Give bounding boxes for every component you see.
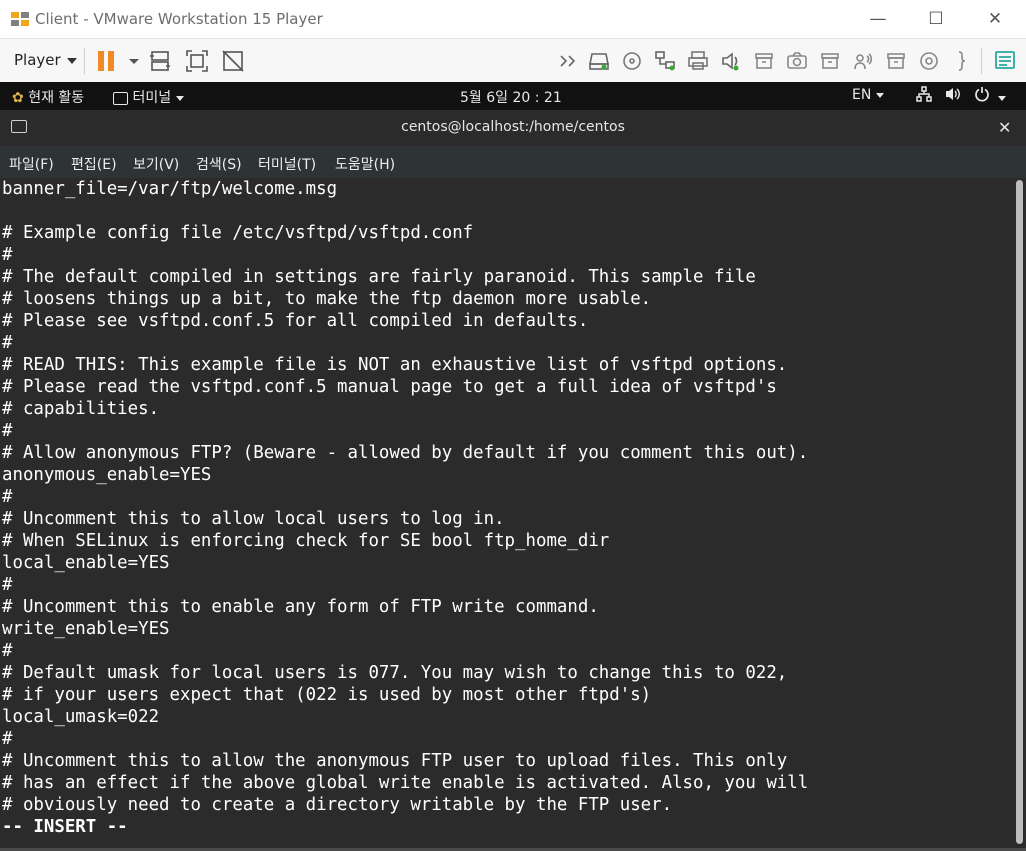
player-menu-label: Player (14, 51, 61, 69)
vmware-title-bar: Client - VMware Workstation 15 Player — … (0, 0, 1026, 38)
vmware-toolbar: Player (0, 38, 1026, 83)
window-close-button[interactable]: ✕ (983, 8, 1007, 30)
terminal-line: # READ THIS: This example file is NOT an… (2, 355, 788, 375)
terminal-line: write_enable=YES (2, 619, 170, 639)
sound-card-icon[interactable] (719, 49, 743, 73)
chevron-down-icon (998, 95, 1006, 101)
network-adapter-icon[interactable] (653, 49, 677, 73)
toolbar-divider (981, 48, 982, 74)
terminal-line: # has an effect if the above global writ… (2, 773, 809, 793)
terminal-line: # Uncomment this to allow local users to… (2, 509, 505, 529)
terminal-line: # Please see vsftpd.conf.5 for all compi… (2, 311, 589, 331)
terminal-close-button[interactable]: ✕ (998, 118, 1011, 137)
terminal-line: # (2, 575, 13, 595)
terminal-line: # (2, 487, 13, 507)
dropdown-icon[interactable] (122, 49, 139, 73)
more-devices-icon[interactable] (557, 49, 581, 73)
terminal-line: # if your users expect that (022 is used… (2, 685, 652, 705)
activities-label: 현재 활동 (28, 90, 85, 106)
menu-edit[interactable]: 편집(E) (71, 154, 117, 174)
app-menu-button[interactable]: 터미널 (113, 87, 185, 107)
menu-help[interactable]: 도움말(H) (335, 154, 395, 174)
power-icon (975, 87, 989, 102)
terminal-line: # (2, 641, 13, 661)
terminal-line: local_umask=022 (2, 707, 160, 727)
terminal-line: # obviously need to create a directory w… (2, 795, 673, 815)
terminal-menu-bar: 파일(F) 편집(E) 보기(V) 검색(S) 터미널(T) 도움말(H) (0, 146, 1026, 178)
vim-mode-indicator: -- INSERT -- (2, 817, 128, 837)
vmware-player-icon (11, 12, 29, 26)
input-method-label: EN (852, 87, 872, 103)
terminal-line: # Please read the vsftpd.conf.5 manual p… (2, 377, 777, 397)
power-menu[interactable] (974, 86, 1006, 106)
usb-device-2-icon[interactable] (818, 49, 842, 73)
brace-icon[interactable] (950, 49, 974, 73)
camera-icon[interactable] (785, 49, 809, 73)
activities-button[interactable]: ✿ 현재 활동 (12, 87, 84, 107)
terminal-line: local_enable=YES (2, 553, 170, 573)
chevron-down-icon (176, 95, 185, 101)
input-method-indicator[interactable]: EN (852, 87, 885, 103)
floppy-icon[interactable] (917, 49, 941, 73)
player-menu-button[interactable]: Player (14, 51, 77, 69)
chevron-down-icon (876, 92, 885, 98)
terminal-line: anonymous_enable=YES (2, 465, 212, 485)
usb-device-3-icon[interactable] (884, 49, 908, 73)
terminal-line: # capabilities. (2, 399, 160, 419)
fit-guest-icon[interactable] (185, 49, 209, 73)
minimize-button[interactable]: — (866, 8, 890, 30)
terminal-line: # Allow anonymous FTP? (Beware - allowed… (2, 443, 809, 463)
terminal-line: # The default compiled in settings are f… (2, 267, 756, 287)
gnome-foot-icon: ✿ (12, 90, 24, 106)
toolbar-divider (84, 48, 85, 74)
terminal-line: # (2, 245, 13, 265)
window-title: Client - VMware Workstation 15 Player (35, 10, 323, 28)
menu-terminal[interactable]: 터미널(T) (258, 154, 316, 174)
cd-dvd-icon[interactable] (620, 49, 644, 73)
chevron-down-icon (66, 57, 77, 64)
printer-icon[interactable] (686, 49, 710, 73)
terminal-header-bar: centos@localhost:/home/centos ✕ (0, 110, 1026, 146)
network-wired-icon[interactable] (916, 86, 932, 106)
pause-icon[interactable] (95, 49, 119, 73)
terminal-line: banner_file=/var/ftp/welcome.msg (2, 179, 338, 199)
terminal-line: # When SELinux is enforcing check for SE… (2, 531, 610, 551)
terminal-line: # Uncomment this to allow the anonymous … (2, 751, 788, 771)
terminal-line: # (2, 729, 13, 749)
scrollbar-thumb[interactable] (1016, 180, 1023, 844)
unity-icon[interactable] (221, 49, 245, 73)
hard-disk-icon[interactable] (587, 49, 611, 73)
terminal-app-icon (113, 91, 128, 105)
menu-file[interactable]: 파일(F) (9, 154, 54, 174)
send-ctrl-alt-del-icon[interactable] (148, 49, 172, 73)
menu-search[interactable]: 검색(S) (196, 154, 242, 174)
gnome-top-bar: ✿ 현재 활동 터미널 5월 6일 20 : 21 EN (0, 82, 1026, 110)
terminal-line: # loosens things up a bit, to make the f… (2, 289, 652, 309)
menu-view[interactable]: 보기(V) (133, 154, 179, 174)
terminal-line: # Example config file /etc/vsftpd/vsftpd… (2, 223, 474, 243)
volume-icon[interactable] (944, 86, 962, 106)
terminal-content[interactable]: banner_file=/var/ftp/welcome.msg # Examp… (0, 178, 1014, 851)
clock[interactable]: 5월 6일 20 : 21 (460, 87, 562, 107)
bluetooth-icon[interactable] (851, 49, 875, 73)
terminal-line: # (2, 421, 13, 441)
terminal-line: # Uncomment this to enable any form of F… (2, 597, 599, 617)
app-menu-label: 터미널 (132, 90, 172, 106)
usb-device-icon[interactable] (752, 49, 776, 73)
terminal-line: # (2, 333, 13, 353)
terminal-line: # Default umask for local users is 077. … (2, 663, 788, 683)
maximize-button[interactable]: ☐ (924, 8, 948, 30)
terminal-title: centos@localhost:/home/centos (401, 119, 625, 135)
message-log-icon[interactable] (993, 49, 1017, 73)
